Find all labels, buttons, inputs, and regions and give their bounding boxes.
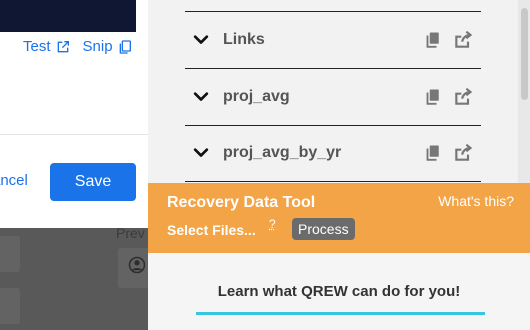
open-external-icon[interactable] bbox=[453, 143, 473, 163]
scrollbar-thumb[interactable] bbox=[521, 8, 528, 100]
test-link-label: Test bbox=[23, 38, 51, 55]
list-item-proj-avg-by-yr[interactable]: proj_avg_by_yr bbox=[185, 125, 481, 182]
copy-icon[interactable] bbox=[423, 143, 441, 163]
select-files-button[interactable]: Select Files... bbox=[167, 222, 256, 238]
chevron-down-icon[interactable] bbox=[191, 87, 211, 107]
external-link-icon bbox=[57, 40, 69, 52]
snip-link[interactable]: Snip bbox=[83, 38, 133, 55]
person-icon bbox=[128, 256, 146, 274]
process-button[interactable]: Process bbox=[292, 218, 355, 240]
learn-section: Learn what QREW can do for you! bbox=[148, 253, 530, 330]
chevron-down-icon[interactable] bbox=[191, 30, 211, 50]
learn-link[interactable]: Learn what QREW can do for you! bbox=[148, 283, 530, 300]
copy-icon[interactable] bbox=[423, 30, 441, 50]
test-link[interactable]: Test bbox=[23, 38, 71, 55]
dialog-links: Test Snip bbox=[23, 38, 133, 55]
open-external-icon[interactable] bbox=[453, 30, 473, 50]
learn-underline bbox=[196, 312, 485, 315]
dialog-divider bbox=[0, 134, 148, 135]
recovery-data-tool: Recovery Data Tool What's this? Select F… bbox=[148, 183, 530, 253]
open-external-icon[interactable] bbox=[453, 87, 473, 107]
background-card bbox=[0, 288, 20, 324]
side-panel: Links proj_avg proj_avg_by_yr Recovery D… bbox=[148, 0, 530, 330]
cancel-button[interactable]: ancel bbox=[0, 172, 28, 189]
copy-icon bbox=[119, 39, 131, 54]
copy-icon[interactable] bbox=[423, 87, 441, 107]
whats-this-link[interactable]: What's this? bbox=[438, 193, 514, 209]
help-question-link[interactable]: ? bbox=[269, 217, 276, 231]
dark-header-strip bbox=[0, 0, 136, 32]
tool-title: Recovery Data Tool bbox=[167, 194, 316, 211]
list-item-links[interactable]: Links bbox=[185, 12, 481, 69]
list-item-label: proj_avg bbox=[223, 88, 290, 105]
chevron-down-icon[interactable] bbox=[191, 143, 211, 163]
preview-label: Prev bbox=[116, 225, 145, 241]
list-item-label: Links bbox=[223, 31, 265, 48]
snip-link-label: Snip bbox=[82, 38, 113, 55]
save-button[interactable]: Save bbox=[50, 163, 136, 201]
list-item-label: proj_avg_by_yr bbox=[223, 144, 342, 161]
list-item-proj-avg[interactable]: proj_avg bbox=[185, 69, 481, 126]
background-card bbox=[0, 236, 20, 272]
